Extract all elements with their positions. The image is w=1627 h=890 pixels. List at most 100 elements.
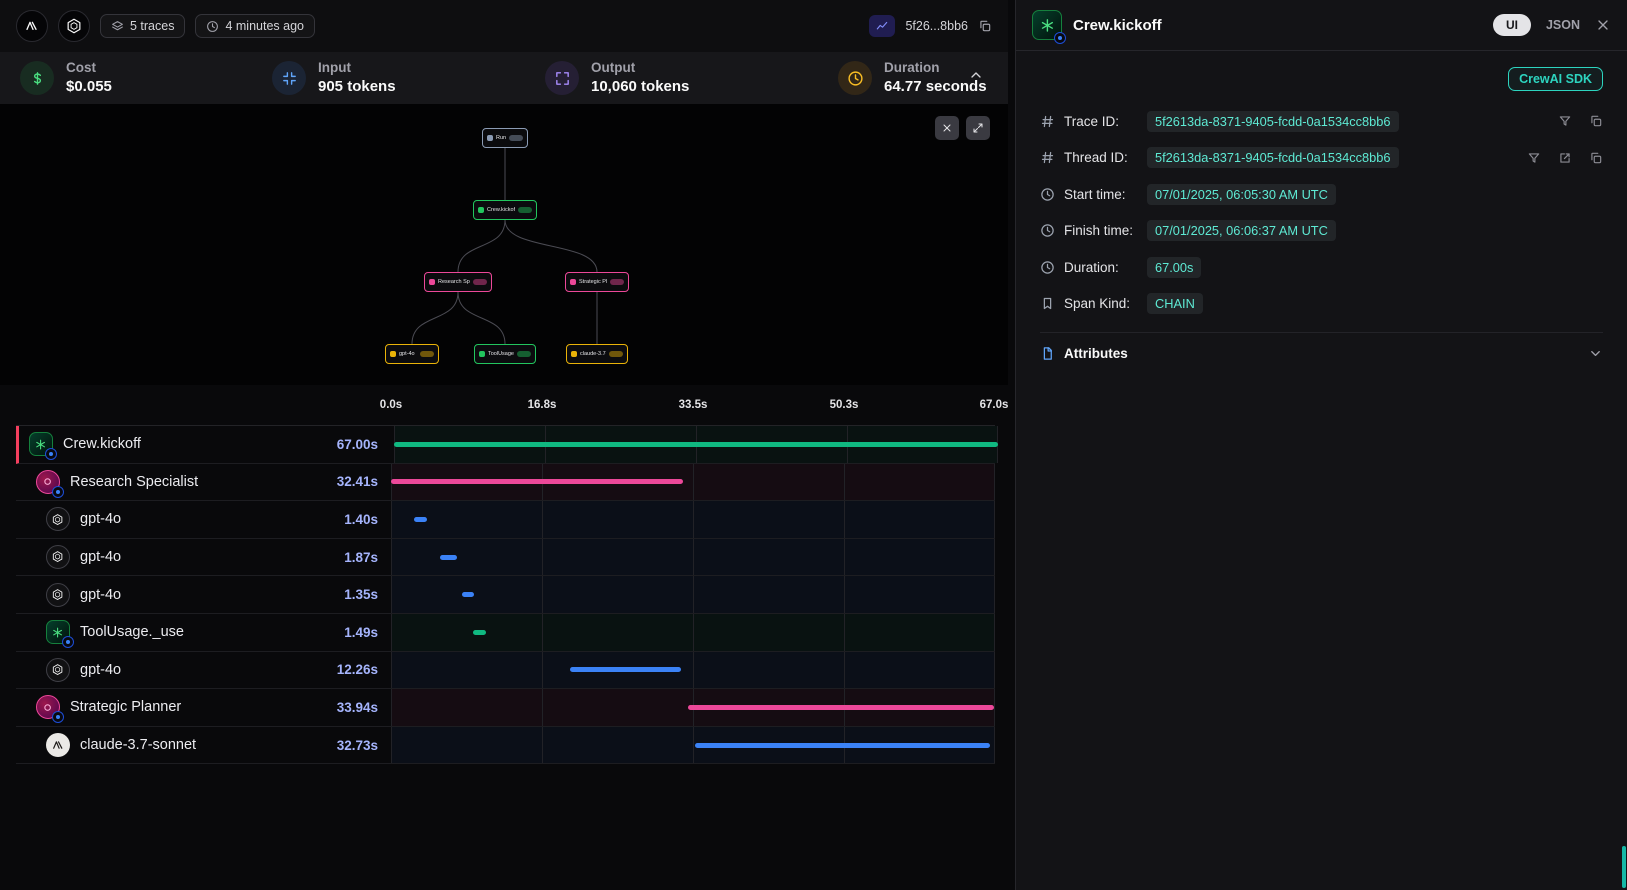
graph-node-crew-kickoff[interactable]: Crew.kickoff bbox=[473, 200, 537, 220]
timeline-row-claude-3-7-sonnet[interactable]: claude-3.7-sonnet32.73s bbox=[16, 727, 995, 765]
node-badge bbox=[518, 207, 532, 213]
timeline-row-research-specialist[interactable]: Research Specialist32.41s bbox=[16, 464, 995, 502]
timeline-row-gpt-4o[interactable]: gpt-4o12.26s bbox=[16, 652, 995, 690]
gridline bbox=[994, 727, 995, 764]
span-duration: 33.94s bbox=[337, 700, 378, 715]
graph-node-toolusage-use[interactable]: ToolUsage._use bbox=[474, 344, 536, 364]
node-type-icon bbox=[478, 207, 484, 213]
crewai-mini-badge-icon bbox=[45, 448, 57, 460]
gridline bbox=[542, 501, 543, 538]
stat-output: Output10,060 tokens bbox=[545, 60, 689, 96]
openai-icon bbox=[46, 545, 70, 569]
span-bar bbox=[570, 667, 681, 672]
stats-bar: Cost$0.055Input905 tokensOutput10,060 to… bbox=[0, 52, 1008, 104]
node-badge bbox=[609, 351, 623, 357]
tab-json[interactable]: JSON bbox=[1546, 18, 1580, 32]
detail-header: Crew.kickoff UI JSON bbox=[1016, 0, 1627, 51]
node-badge bbox=[610, 279, 624, 285]
field-value: 07/01/2025, 06:05:30 AM UTC bbox=[1147, 184, 1336, 205]
filter-icon[interactable] bbox=[1558, 114, 1572, 128]
chart-line-icon bbox=[875, 19, 889, 33]
node-label: Run bbox=[496, 135, 506, 141]
close-panel-icon[interactable] bbox=[1595, 17, 1611, 33]
axis-label: 33.5s bbox=[679, 399, 708, 411]
openai-icon bbox=[46, 658, 70, 682]
crewai-mini-badge-icon bbox=[1054, 32, 1066, 44]
span-duration: 12.26s bbox=[337, 662, 378, 677]
scrollbar-thumb[interactable] bbox=[1622, 846, 1626, 888]
span-detail-panel: Crew.kickoff UI JSON CrewAI SDK Trace ID… bbox=[1015, 0, 1627, 890]
graph-node-claude-3-7-sonnet[interactable]: claude-3.7-sonnet bbox=[566, 344, 628, 364]
copy-icon[interactable] bbox=[1589, 114, 1603, 128]
compress-icon bbox=[272, 61, 306, 95]
chevron-down-icon[interactable] bbox=[1588, 346, 1603, 361]
node-badge bbox=[517, 351, 531, 357]
graph-node-gpt-4o[interactable]: gpt-4o bbox=[385, 344, 439, 364]
layers-icon bbox=[111, 20, 124, 33]
traces-count-label: 5 traces bbox=[130, 19, 174, 33]
gridline bbox=[994, 539, 995, 576]
attributes-section[interactable]: Attributes bbox=[1040, 332, 1603, 373]
timeline-row-crew-kickoff[interactable]: Crew.kickoff67.00s bbox=[16, 426, 995, 464]
clock-icon bbox=[838, 61, 872, 95]
span-duration: 1.40s bbox=[344, 512, 378, 527]
stat-value: 64.77 seconds bbox=[884, 77, 987, 97]
timeline-track bbox=[391, 727, 995, 764]
anthropic-icon bbox=[46, 733, 70, 757]
span-name: Crew.kickoff bbox=[63, 436, 141, 452]
timeline-row-toolusage-use[interactable]: ToolUsage._use1.49s bbox=[16, 614, 995, 652]
trace-age-badge[interactable]: 4 minutes ago bbox=[195, 14, 315, 38]
field-start-time: Start time:07/01/2025, 06:05:30 AM UTC bbox=[1040, 176, 1603, 213]
metrics-chart-icon[interactable] bbox=[869, 15, 895, 37]
tab-ui[interactable]: UI bbox=[1493, 14, 1531, 36]
timeline-row-strategic-planner[interactable]: Strategic Planner33.94s bbox=[16, 689, 995, 727]
gridline bbox=[542, 652, 543, 689]
traces-count-badge[interactable]: 5 traces bbox=[100, 14, 185, 38]
clock-icon bbox=[1040, 187, 1055, 202]
trace-graph[interactable]: Run Crew.kickoff Research Specialist Strate… bbox=[0, 104, 1008, 385]
crew-icon bbox=[46, 620, 70, 644]
openai-icon bbox=[46, 507, 70, 531]
node-label: Crew.kickoff bbox=[487, 207, 515, 213]
stat-label: Output bbox=[591, 60, 689, 77]
trace-short-id: 5f26...8bb6 bbox=[905, 19, 968, 33]
field-value: 5f2613da-8371-9405-fcdd-0a1534cc8bb6 bbox=[1147, 147, 1399, 168]
gridline bbox=[994, 652, 995, 689]
field-label: Trace ID: bbox=[1064, 114, 1138, 129]
timeline-track bbox=[391, 689, 995, 726]
stat-duration: Duration64.77 seconds bbox=[838, 60, 987, 96]
span-bar bbox=[688, 705, 994, 710]
stat-label: Duration bbox=[884, 60, 987, 77]
gridline bbox=[542, 689, 543, 726]
gridline bbox=[693, 727, 694, 764]
span-bar bbox=[473, 630, 486, 635]
gridline bbox=[844, 501, 845, 538]
gridline bbox=[391, 652, 392, 689]
timeline-row-gpt-4o[interactable]: gpt-4o1.35s bbox=[16, 576, 995, 614]
graph-node-strategic-planner[interactable]: Strategic Planner bbox=[565, 272, 629, 292]
timeline-row-gpt-4o[interactable]: gpt-4o1.87s bbox=[16, 539, 995, 577]
graph-expand-button[interactable] bbox=[966, 116, 990, 140]
gridline bbox=[542, 614, 543, 651]
timeline-track bbox=[391, 614, 995, 651]
gridline bbox=[693, 652, 694, 689]
timeline-track bbox=[394, 426, 998, 463]
external-icon[interactable] bbox=[1558, 151, 1572, 165]
gridline bbox=[844, 576, 845, 613]
gridline bbox=[542, 539, 543, 576]
clock-icon bbox=[1040, 223, 1055, 238]
graph-close-button[interactable] bbox=[935, 116, 959, 140]
timeline-row-gpt-4o[interactable]: gpt-4o1.40s bbox=[16, 501, 995, 539]
field-finish-time: Finish time:07/01/2025, 06:06:37 AM UTC bbox=[1040, 213, 1603, 250]
panel-title: Crew.kickoff bbox=[1073, 17, 1162, 34]
crewai-mini-badge-icon bbox=[62, 636, 74, 648]
copy-icon[interactable] bbox=[978, 19, 992, 33]
filter-icon[interactable] bbox=[1527, 151, 1541, 165]
span-name: gpt-4o bbox=[80, 587, 121, 603]
copy-icon[interactable] bbox=[1589, 151, 1603, 165]
span-bar bbox=[391, 479, 683, 484]
gridline bbox=[542, 576, 543, 613]
graph-node-run[interactable]: Run bbox=[482, 128, 528, 148]
field-label: Finish time: bbox=[1064, 223, 1138, 238]
graph-node-research-specialist[interactable]: Research Specialist bbox=[424, 272, 492, 292]
